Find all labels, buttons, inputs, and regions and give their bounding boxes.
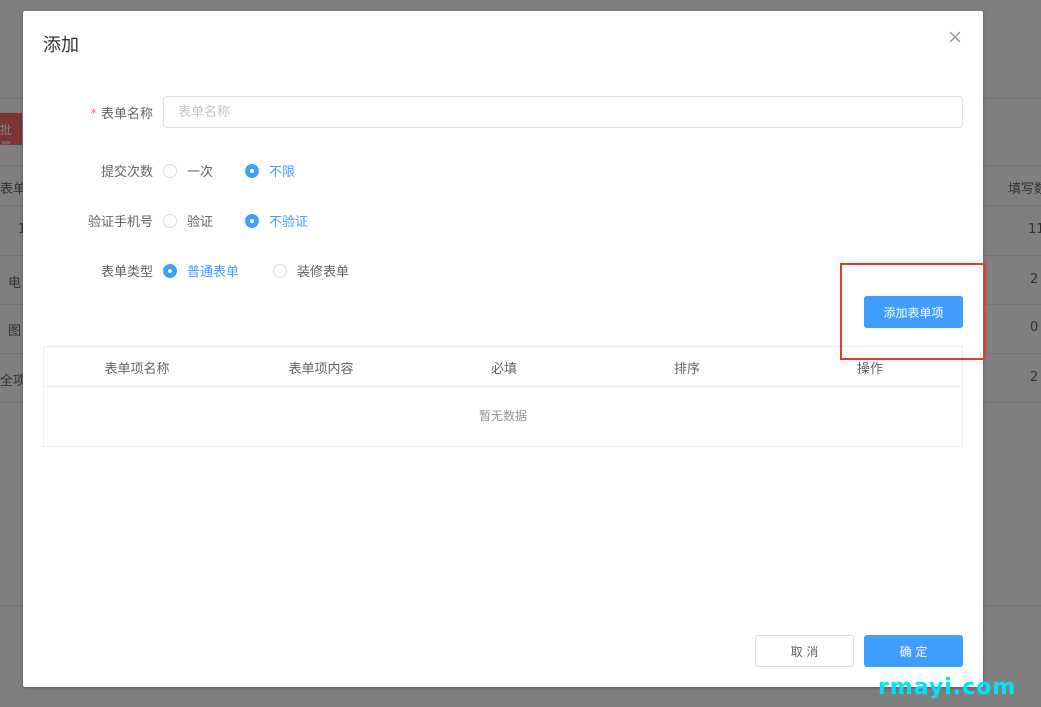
watermark: rmayi.com xyxy=(878,675,1017,700)
submit-count-label: 提交次数 xyxy=(100,165,153,180)
form-name-label: * 表单名称 xyxy=(90,107,153,122)
column-header-actions: 操作 xyxy=(856,362,884,377)
verify-phone-no-radio[interactable]: 不验证 xyxy=(245,211,308,230)
submit-count-unlimited-radio[interactable]: 不限 xyxy=(245,161,295,180)
radio-label: 验证 xyxy=(187,215,214,230)
submit-count-row: 提交次数 一次 不限 xyxy=(23,154,983,186)
radio-label: 不限 xyxy=(269,165,296,180)
form-type-normal-radio[interactable]: 普通表单 xyxy=(163,261,239,280)
dialog-title: 添加 xyxy=(43,35,79,56)
radio-circle xyxy=(163,213,177,228)
form-type-decoration-radio[interactable]: 装修表单 xyxy=(273,261,349,280)
column-header-item-content: 表单项内容 xyxy=(288,362,354,377)
radio-label: 不验证 xyxy=(269,215,309,230)
verify-phone-label: 验证手机号 xyxy=(87,215,153,230)
table-header: 表单项名称 表单项内容 必填 排序 操作 xyxy=(44,347,962,387)
radio-circle xyxy=(273,263,287,278)
form-type-label: 表单类型 xyxy=(100,265,153,280)
radio-circle xyxy=(163,263,177,278)
radio-circle xyxy=(245,163,259,178)
radio-circle xyxy=(163,163,177,178)
confirm-button[interactable]: 确 定 xyxy=(864,635,963,667)
form-name-row: * 表单名称 xyxy=(23,96,983,128)
radio-label: 一次 xyxy=(187,165,214,180)
column-header-required: 必填 xyxy=(490,362,518,377)
close-icon[interactable] xyxy=(947,29,963,45)
required-mark: * xyxy=(90,107,97,122)
form-items-table: 表单项名称 表单项内容 必填 排序 操作 暂无数据 xyxy=(43,346,963,447)
submit-count-once-radio[interactable]: 一次 xyxy=(163,161,213,180)
verify-phone-yes-radio[interactable]: 验证 xyxy=(163,211,213,230)
form-type-row: 表单类型 普通表单 装修表单 xyxy=(23,254,983,286)
highlight-annotation-box xyxy=(840,263,986,360)
column-header-item-name: 表单项名称 xyxy=(104,362,170,377)
table-empty-text: 暂无数据 xyxy=(478,409,527,423)
verify-phone-row: 验证手机号 验证 不验证 xyxy=(23,204,983,236)
column-header-sort: 排序 xyxy=(673,362,701,377)
add-form-dialog: 添加 *表单名称 提交次数 一次 不限 验证手机号 验证 不验证 表单类型 xyxy=(23,11,986,687)
radio-label: 装修表单 xyxy=(297,265,350,280)
radio-circle xyxy=(245,213,259,228)
radio-label: 普通表单 xyxy=(187,265,240,280)
cancel-button[interactable]: 取 消 xyxy=(755,635,854,667)
form-name-input[interactable] xyxy=(163,96,963,128)
